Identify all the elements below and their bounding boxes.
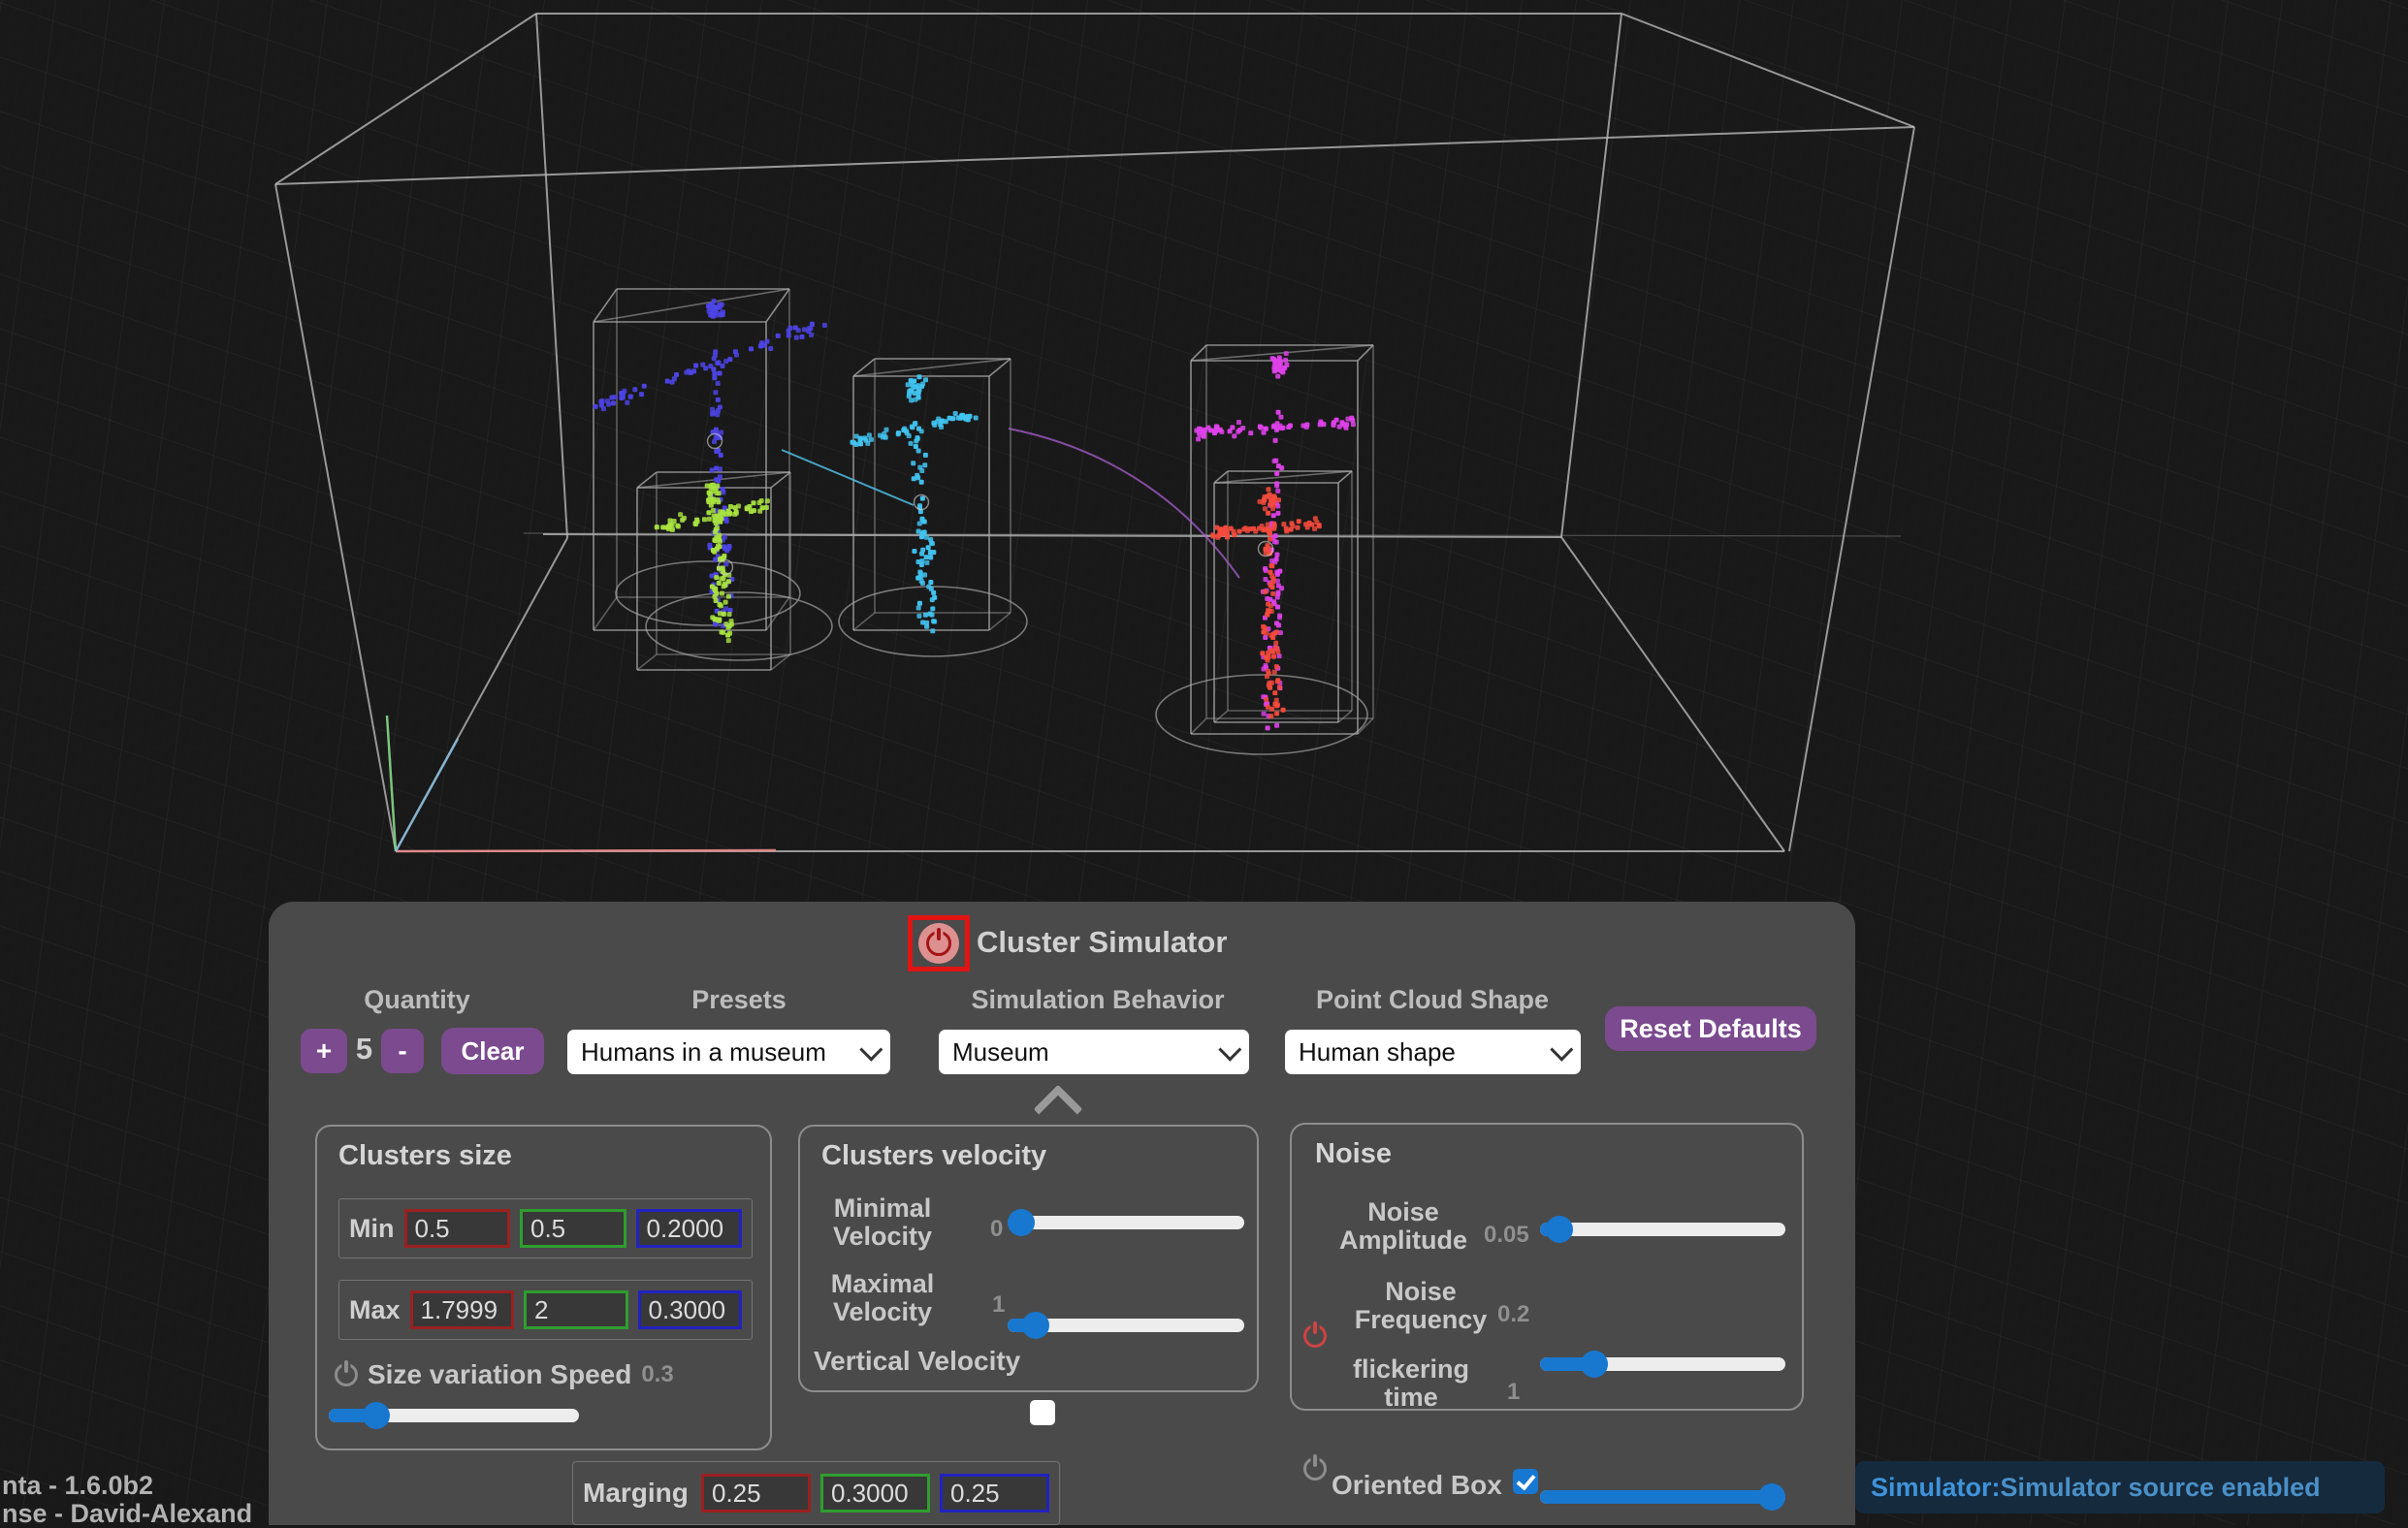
marging-y-input[interactable]: 0.3000 [820, 1474, 930, 1512]
vertical-velocity-checkbox[interactable] [1030, 1400, 1055, 1425]
power-highlight-box [908, 915, 970, 971]
cluster-green [655, 483, 770, 643]
clusters-velocity-title: Clusters velocity [821, 1140, 1046, 1172]
quantity-minus-button[interactable]: - [381, 1029, 424, 1073]
max-label: Max [349, 1295, 401, 1325]
toast-message: Simulator source enabled [2001, 1473, 2321, 1503]
min-z-input[interactable]: 0.2000 [636, 1209, 743, 1248]
maximal-velocity-value: 1 [992, 1291, 1005, 1319]
noise-amplitude-value: 0.05 [1484, 1222, 1529, 1249]
minimal-velocity-value: 0 [990, 1216, 1003, 1243]
oriented-box-label: Oriented Box [1332, 1470, 1502, 1501]
flickering-time-slider[interactable] [1540, 1483, 1785, 1511]
power-icon [926, 931, 951, 956]
noise-frequency-label: Noise Frequency [1348, 1278, 1493, 1334]
flickering-time-label: flickering time [1338, 1355, 1484, 1412]
noise-frequency-value: 0.2 [1497, 1301, 1529, 1328]
marging-row: Marging 0.25 0.3000 0.25 [572, 1461, 1060, 1525]
chevron-down-icon [1218, 1037, 1241, 1061]
noise-frequency-power-icon[interactable] [1303, 1324, 1327, 1348]
simulation-behavior-select-value: Museum [952, 1037, 1049, 1067]
noise-amplitude-label: Noise Amplitude [1331, 1198, 1476, 1255]
toast-source: Simulator: [1871, 1473, 2001, 1503]
min-label: Min [349, 1214, 395, 1244]
max-z-input[interactable]: 0.3000 [638, 1290, 742, 1329]
min-x-input[interactable]: 0.5 [404, 1209, 511, 1248]
minimal-velocity-slider[interactable] [1008, 1209, 1244, 1236]
chevron-down-icon [859, 1037, 883, 1061]
minimal-velocity-label: Minimal Velocity [819, 1194, 946, 1251]
max-x-input[interactable]: 1.7999 [410, 1290, 514, 1329]
size-variation-row: Size variation Speed 0.3 [335, 1359, 674, 1390]
min-y-input[interactable]: 0.5 [520, 1209, 626, 1248]
noise-frequency-slider-knob[interactable] [1581, 1351, 1608, 1378]
point-cloud-shape-select[interactable]: Human shape [1285, 1030, 1581, 1074]
chevron-down-icon [1550, 1037, 1573, 1061]
maximal-velocity-slider[interactable] [1008, 1312, 1244, 1339]
simulation-behavior-header: Simulation Behavior [971, 985, 1224, 1015]
presets-header: Presets [691, 985, 787, 1015]
clusters-size-title: Clusters size [338, 1140, 512, 1172]
size-variation-label: Size variation Speed [368, 1359, 631, 1390]
marging-label: Marging [583, 1478, 691, 1509]
vertical-velocity-label: Vertical Velocity [814, 1346, 1020, 1377]
point-cloud-shape-select-value: Human shape [1299, 1037, 1456, 1067]
quantity-header: Quantity [364, 985, 470, 1015]
noise-amplitude-slider[interactable] [1540, 1216, 1785, 1243]
simulator-status-toast: Simulator: Simulator source enabled [1855, 1461, 2385, 1513]
noise-title: Noise [1315, 1138, 1392, 1170]
maximal-velocity-slider-knob[interactable] [1022, 1312, 1049, 1339]
minimal-velocity-slider-knob[interactable] [1008, 1209, 1035, 1236]
simulation-behavior-select[interactable]: Museum [939, 1030, 1249, 1074]
size-variation-value: 0.3 [641, 1361, 673, 1388]
version-line-2: nse - David-Alexand [2, 1500, 252, 1528]
cluster-blue [594, 299, 827, 628]
presets-select-value: Humans in a museum [581, 1037, 826, 1067]
max-y-input[interactable]: 2 [524, 1290, 627, 1329]
flickering-time-power-icon[interactable] [1303, 1457, 1327, 1480]
version-info: nta - 1.6.0b2 nse - David-Alexand [2, 1472, 252, 1528]
maximal-velocity-label: Maximal Velocity [819, 1270, 946, 1326]
flickering-time-value: 1 [1507, 1379, 1520, 1406]
clusters-velocity-box: Clusters velocity Minimal Velocity 0 Max… [798, 1125, 1259, 1392]
size-variation-slider-knob[interactable] [363, 1402, 390, 1429]
max-row: Max 1.7999 2 0.3000 [338, 1280, 753, 1340]
flickering-time-slider-knob[interactable] [1758, 1483, 1785, 1511]
noise-box: Noise Noise Amplitude 0.05 Noise Frequen… [1290, 1123, 1804, 1411]
cluster-simulator-panel: Cluster Simulator Quantity Presets Simul… [269, 902, 1855, 1525]
noise-amplitude-slider-knob[interactable] [1546, 1216, 1573, 1243]
marging-x-input[interactable]: 0.25 [701, 1474, 811, 1512]
min-row: Min 0.5 0.5 0.2000 [338, 1198, 753, 1258]
oriented-box-checkbox[interactable] [1513, 1469, 1538, 1494]
simulator-power-button[interactable] [918, 923, 959, 964]
point-cloud-shape-header: Point Cloud Shape [1316, 985, 1549, 1015]
version-line-1: nta - 1.6.0b2 [2, 1472, 252, 1500]
panel-title: Cluster Simulator [977, 925, 1227, 960]
marging-z-input[interactable]: 0.25 [940, 1474, 1049, 1512]
quantity-plus-button[interactable]: + [301, 1029, 347, 1073]
size-variation-power-icon[interactable] [335, 1363, 358, 1386]
quantity-value: 5 [347, 1032, 381, 1066]
clusters-size-box: Clusters size Min 0.5 0.5 0.2000 Max 1.7… [315, 1125, 772, 1450]
presets-select[interactable]: Humans in a museum [567, 1030, 890, 1074]
reset-defaults-button[interactable]: Reset Defaults [1605, 1006, 1816, 1051]
size-variation-slider[interactable] [329, 1402, 579, 1429]
clear-button[interactable]: Clear [441, 1028, 544, 1074]
noise-frequency-slider[interactable] [1540, 1351, 1785, 1378]
